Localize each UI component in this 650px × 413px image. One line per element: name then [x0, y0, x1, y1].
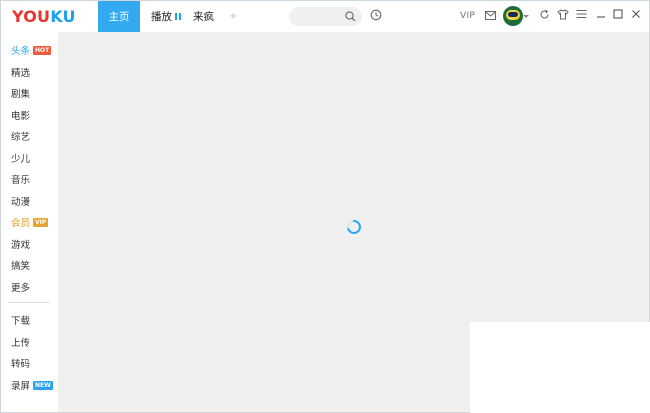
sidebar-item-transcode[interactable]: 转码: [11, 356, 30, 370]
minimize-icon[interactable]: [596, 9, 606, 19]
add-tab-icon[interactable]: +: [229, 11, 237, 22]
sidebar-item-label: 动漫: [11, 197, 31, 208]
sidebar-item-more[interactable]: 更多: [11, 280, 30, 294]
sidebar-item-label: 精选: [11, 68, 31, 79]
sidebar-item-label: 游戏: [11, 240, 31, 251]
sidebar-item-label: 下载: [11, 316, 31, 327]
sidebar-item-label: 录屏: [11, 381, 31, 392]
refresh-icon[interactable]: [539, 9, 550, 20]
sidebar: 头条 HOT 精选 剧集 电影 综艺 少儿 音乐 动漫 会员 VIP 游戏 搞笑…: [1, 32, 58, 412]
logo-part-ku: KU: [50, 6, 76, 26]
sidebar-item-headlines[interactable]: 头条 HOT: [11, 43, 52, 57]
hot-badge: HOT: [33, 45, 52, 55]
clock-icon[interactable]: [370, 9, 382, 21]
search-box[interactable]: [289, 7, 362, 26]
sidebar-item-label: 音乐: [11, 175, 31, 186]
sidebar-item-download[interactable]: 下载: [11, 313, 30, 327]
tab-play-label: 播放: [151, 11, 172, 23]
sidebar-item-label: 少儿: [11, 154, 31, 165]
tab-laifeng[interactable]: 来疯: [193, 1, 214, 32]
sidebar-item-upload[interactable]: 上传: [11, 335, 30, 349]
mail-icon[interactable]: [485, 11, 496, 20]
tab-home-label: 主页: [108, 11, 130, 23]
sidebar-item-movies[interactable]: 电影: [11, 108, 30, 122]
sidebar-item-label: 会员: [11, 218, 31, 229]
sidebar-item-label: 头条: [11, 46, 31, 57]
sidebar-item-membership[interactable]: 会员 VIP: [11, 215, 49, 229]
sidebar-item-screen-record[interactable]: 录屏 NEW: [11, 378, 53, 392]
playing-bars-icon: [175, 13, 181, 20]
sidebar-item-games[interactable]: 游戏: [11, 237, 30, 251]
youku-logo[interactable]: YOU KU: [12, 6, 76, 26]
sidebar-item-variety[interactable]: 综艺: [11, 129, 30, 143]
maximize-icon[interactable]: [613, 9, 623, 19]
close-icon[interactable]: [631, 9, 641, 19]
sidebar-item-kids[interactable]: 少儿: [11, 151, 30, 165]
sidebar-item-label: 更多: [11, 283, 31, 294]
blank-region: [470, 322, 650, 413]
sidebar-item-anime[interactable]: 动漫: [11, 194, 30, 208]
sidebar-item-music[interactable]: 音乐: [11, 172, 30, 186]
sidebar-item-series[interactable]: 剧集: [11, 86, 30, 100]
top-bar: YOU KU 主页 播放 来疯 + VIP: [1, 1, 649, 32]
sidebar-item-label: 电影: [11, 111, 31, 122]
vip-badge: VIP: [33, 217, 49, 227]
menu-icon[interactable]: [576, 9, 587, 19]
tab-laifeng-label: 来疯: [193, 11, 214, 23]
logo-part-you: YOU: [12, 6, 51, 26]
sidebar-item-featured[interactable]: 精选: [11, 65, 30, 79]
tab-home[interactable]: 主页: [98, 1, 140, 32]
sidebar-item-label: 转码: [11, 359, 31, 370]
chevron-down-icon[interactable]: [523, 15, 529, 18]
sidebar-item-label: 综艺: [11, 132, 31, 143]
new-badge: NEW: [33, 380, 53, 390]
sidebar-item-funny[interactable]: 搞笑: [11, 258, 30, 272]
tab-play[interactable]: 播放: [151, 1, 181, 32]
sidebar-item-label: 剧集: [11, 89, 31, 100]
sidebar-divider: [8, 302, 50, 303]
sidebar-item-label: 搞笑: [11, 261, 31, 272]
search-icon[interactable]: [345, 11, 356, 22]
vip-link[interactable]: VIP: [460, 11, 475, 21]
shirt-icon[interactable]: [557, 9, 569, 20]
avatar[interactable]: [503, 6, 523, 26]
sidebar-item-label: 上传: [11, 338, 31, 349]
loading-spinner-icon: [347, 220, 361, 234]
